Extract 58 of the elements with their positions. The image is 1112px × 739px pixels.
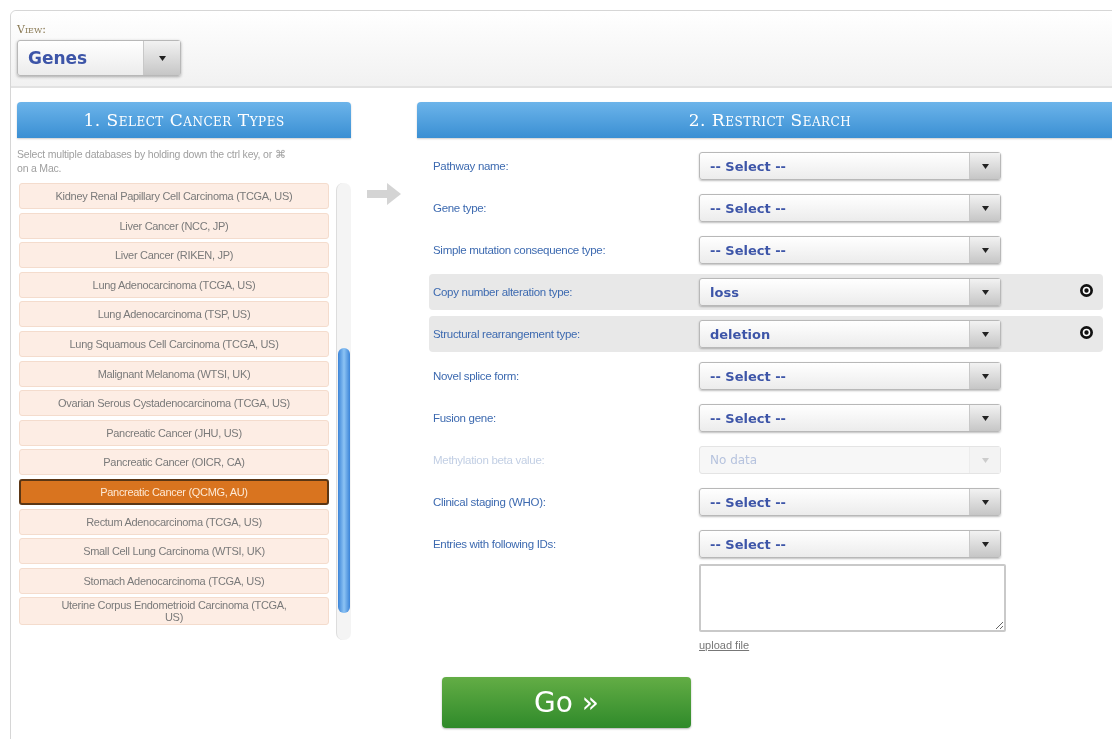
dropdown-field[interactable]: loss [699,278,1001,306]
cancer-type-option[interactable]: Rectum Adenocarcinoma (TCGA, US) [19,508,329,535]
cancer-type-option[interactable]: Stomach Adenocarcinoma (TCGA, US) [19,567,329,594]
upload-file-link[interactable]: upload file [699,639,750,651]
caret-icon [981,373,989,379]
dropdown-field[interactable]: -- Select -- [699,404,1001,432]
dropdown-field[interactable]: -- Select -- [699,194,1001,222]
go-button[interactable]: Go » [442,677,691,728]
dropdown-field[interactable]: -- Select -- [699,152,1001,180]
caret-icon [981,457,989,463]
cancer-type-option[interactable]: Uterine Corpus Endometrioid Carcinoma (TCGA, US) [19,597,329,626]
caret-icon [981,163,989,169]
caret-icon [981,289,989,295]
caret-icon [981,205,989,211]
caret-icon [981,247,989,253]
cancer-type-option[interactable]: Pancreatic Cancer (OICR, CA) [19,449,329,476]
filter-label: Novel splice form: [433,370,520,382]
panel-header: 2. Restrict Search [417,102,1112,138]
view-label: View: [17,23,47,36]
cancer-type-option[interactable]: Small Cell Lung Carcinoma (WTSI, UK) [19,538,329,565]
cancer-type-option[interactable]: Lung Adenocarcinoma (TSP, US) [19,301,329,328]
cancer-type-option[interactable]: Lung Squamous Cell Carcinoma (TCGA, US) [19,330,329,357]
filter-label: Entries with following IDs: [433,538,557,550]
cancer-type-option[interactable]: Ovarian Serous Cystadenocarcinoma (TCGA, US) [19,390,329,417]
panel-header: 1. Select Cancer Types [17,102,351,138]
dropdown-field[interactable]: Genes [17,40,181,76]
ids-text-area[interactable] [699,564,1006,632]
scrollbar[interactable] [336,183,351,640]
scrollbar-thumb[interactable] [338,348,350,613]
caret-icon [981,415,989,421]
dropdown-field[interactable]: -- Select -- [699,488,1001,516]
filter-label: Methylation beta value: [433,454,546,466]
dropdown-field[interactable]: -- Select -- [699,530,1001,558]
filter-label: Clinical staging (WHO): [433,496,547,508]
cancer-type-option[interactable]: Malignant Melanoma (WTSI, UK) [19,360,329,387]
filter-label: Fusion gene: [433,412,497,424]
dropdown-field[interactable]: -- Select -- [699,362,1001,390]
cancer-type-option[interactable]: Lung Adenocarcinoma (TCGA, US) [19,271,329,298]
help-text: Select multiple databases by holding down the ctrl key, or ⌘ on a Mac. [17,147,287,175]
filter-label: Structural rearrangement type: [433,328,581,340]
filter-label: Copy number alteration type: [433,286,574,298]
cancer-type-option[interactable]: Pancreatic Cancer (JHU, US) [19,419,329,446]
caret-icon [981,499,989,505]
filter-label: Pathway name: [433,160,510,172]
cancer-type-option[interactable]: Kidney Renal Papillary Cell Carcinoma (TCGA, US) [19,183,329,209]
cancer-type-option[interactable]: Liver Cancer (NCC, JP) [19,212,329,239]
arrow-right-icon [367,183,401,205]
filter-label: Simple mutation consequence type: [433,244,607,256]
remove-icon[interactable] [1080,284,1093,297]
cancer-type-option[interactable]: Pancreatic Cancer (QCMG, AU) [19,478,329,505]
remove-icon[interactable] [1080,326,1093,339]
caret-icon [981,331,989,337]
dropdown-field[interactable]: -- Select -- [699,236,1001,264]
caret-icon [981,541,989,547]
cancer-type-option[interactable]: Liver Cancer (RIKEN, JP) [19,242,329,269]
dropdown-field[interactable]: deletion [699,320,1001,348]
filter-label: Gene type: [433,202,488,214]
caret-icon [158,55,166,61]
